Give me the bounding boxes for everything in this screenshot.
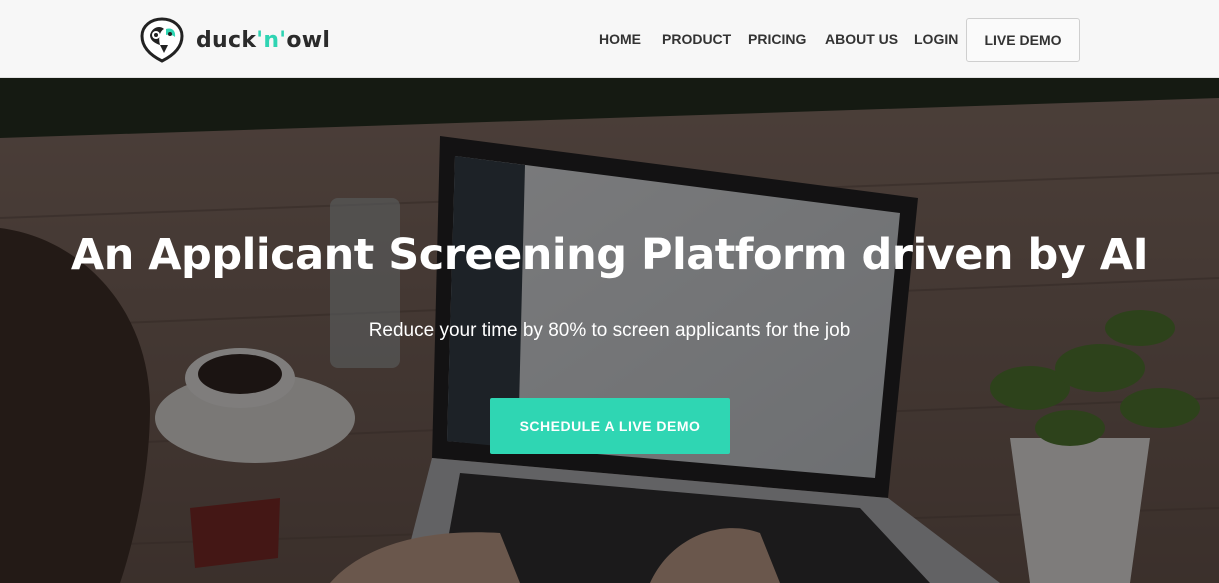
live-demo-button[interactable]: LIVE DEMO: [966, 18, 1080, 62]
main-nav: HOME PRODUCT PRICING ABOUT US LOGIN LIVE…: [0, 0, 1219, 78]
nav-about-us[interactable]: ABOUT US: [825, 31, 898, 47]
site-header: duck'n'owl HOME PRODUCT PRICING ABOUT US…: [0, 0, 1219, 78]
nav-login[interactable]: LOGIN: [914, 31, 958, 47]
hero-title: An Applicant Screening Platform driven b…: [70, 230, 1149, 280]
nav-product[interactable]: PRODUCT: [662, 31, 731, 47]
schedule-demo-button[interactable]: SCHEDULE A LIVE DEMO: [490, 398, 730, 454]
hero-section: An Applicant Screening Platform driven b…: [0, 78, 1219, 583]
nav-home[interactable]: HOME: [599, 31, 641, 47]
hero-subtitle: Reduce your time by 80% to screen applic…: [368, 320, 851, 341]
nav-pricing[interactable]: PRICING: [748, 31, 806, 47]
